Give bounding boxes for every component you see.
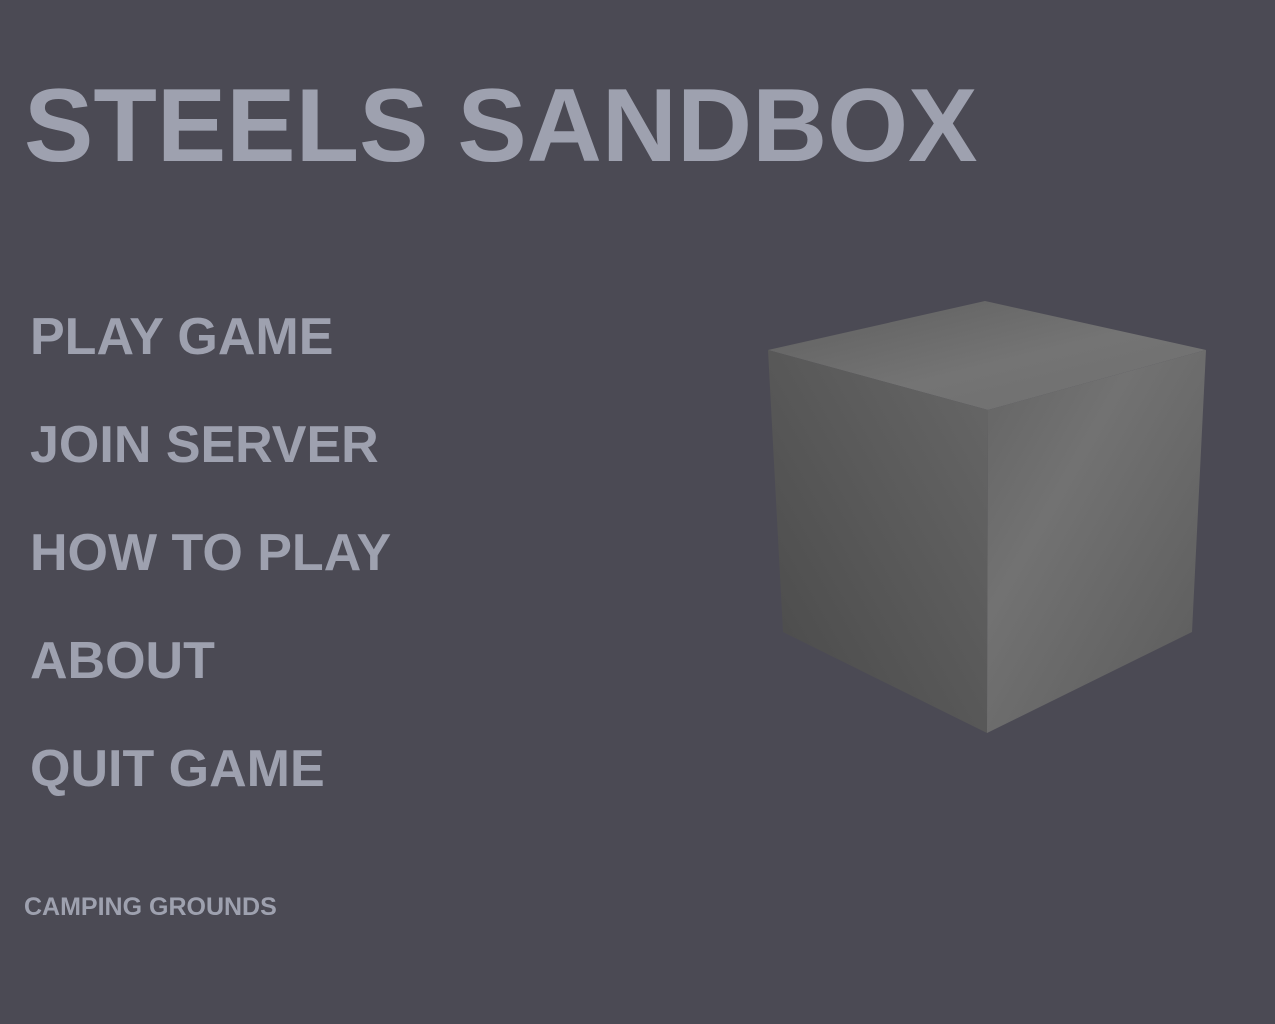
world-name-label: CAMPING GROUNDS [24, 893, 277, 921]
join-server-button[interactable]: JOIN SERVER [30, 412, 391, 520]
how-to-play-button[interactable]: HOW TO PLAY [30, 520, 391, 628]
cube-left-face [768, 350, 988, 733]
about-button[interactable]: ABOUT [30, 628, 391, 736]
game-title: STEELS SANDBOX [24, 68, 978, 184]
cube-right-face [987, 350, 1206, 733]
quit-game-button[interactable]: QUIT GAME [30, 736, 391, 844]
play-game-button[interactable]: PLAY GAME [30, 304, 391, 412]
main-menu: PLAY GAME JOIN SERVER HOW TO PLAY ABOUT … [30, 304, 391, 844]
rotating-cube-preview [768, 301, 1206, 733]
